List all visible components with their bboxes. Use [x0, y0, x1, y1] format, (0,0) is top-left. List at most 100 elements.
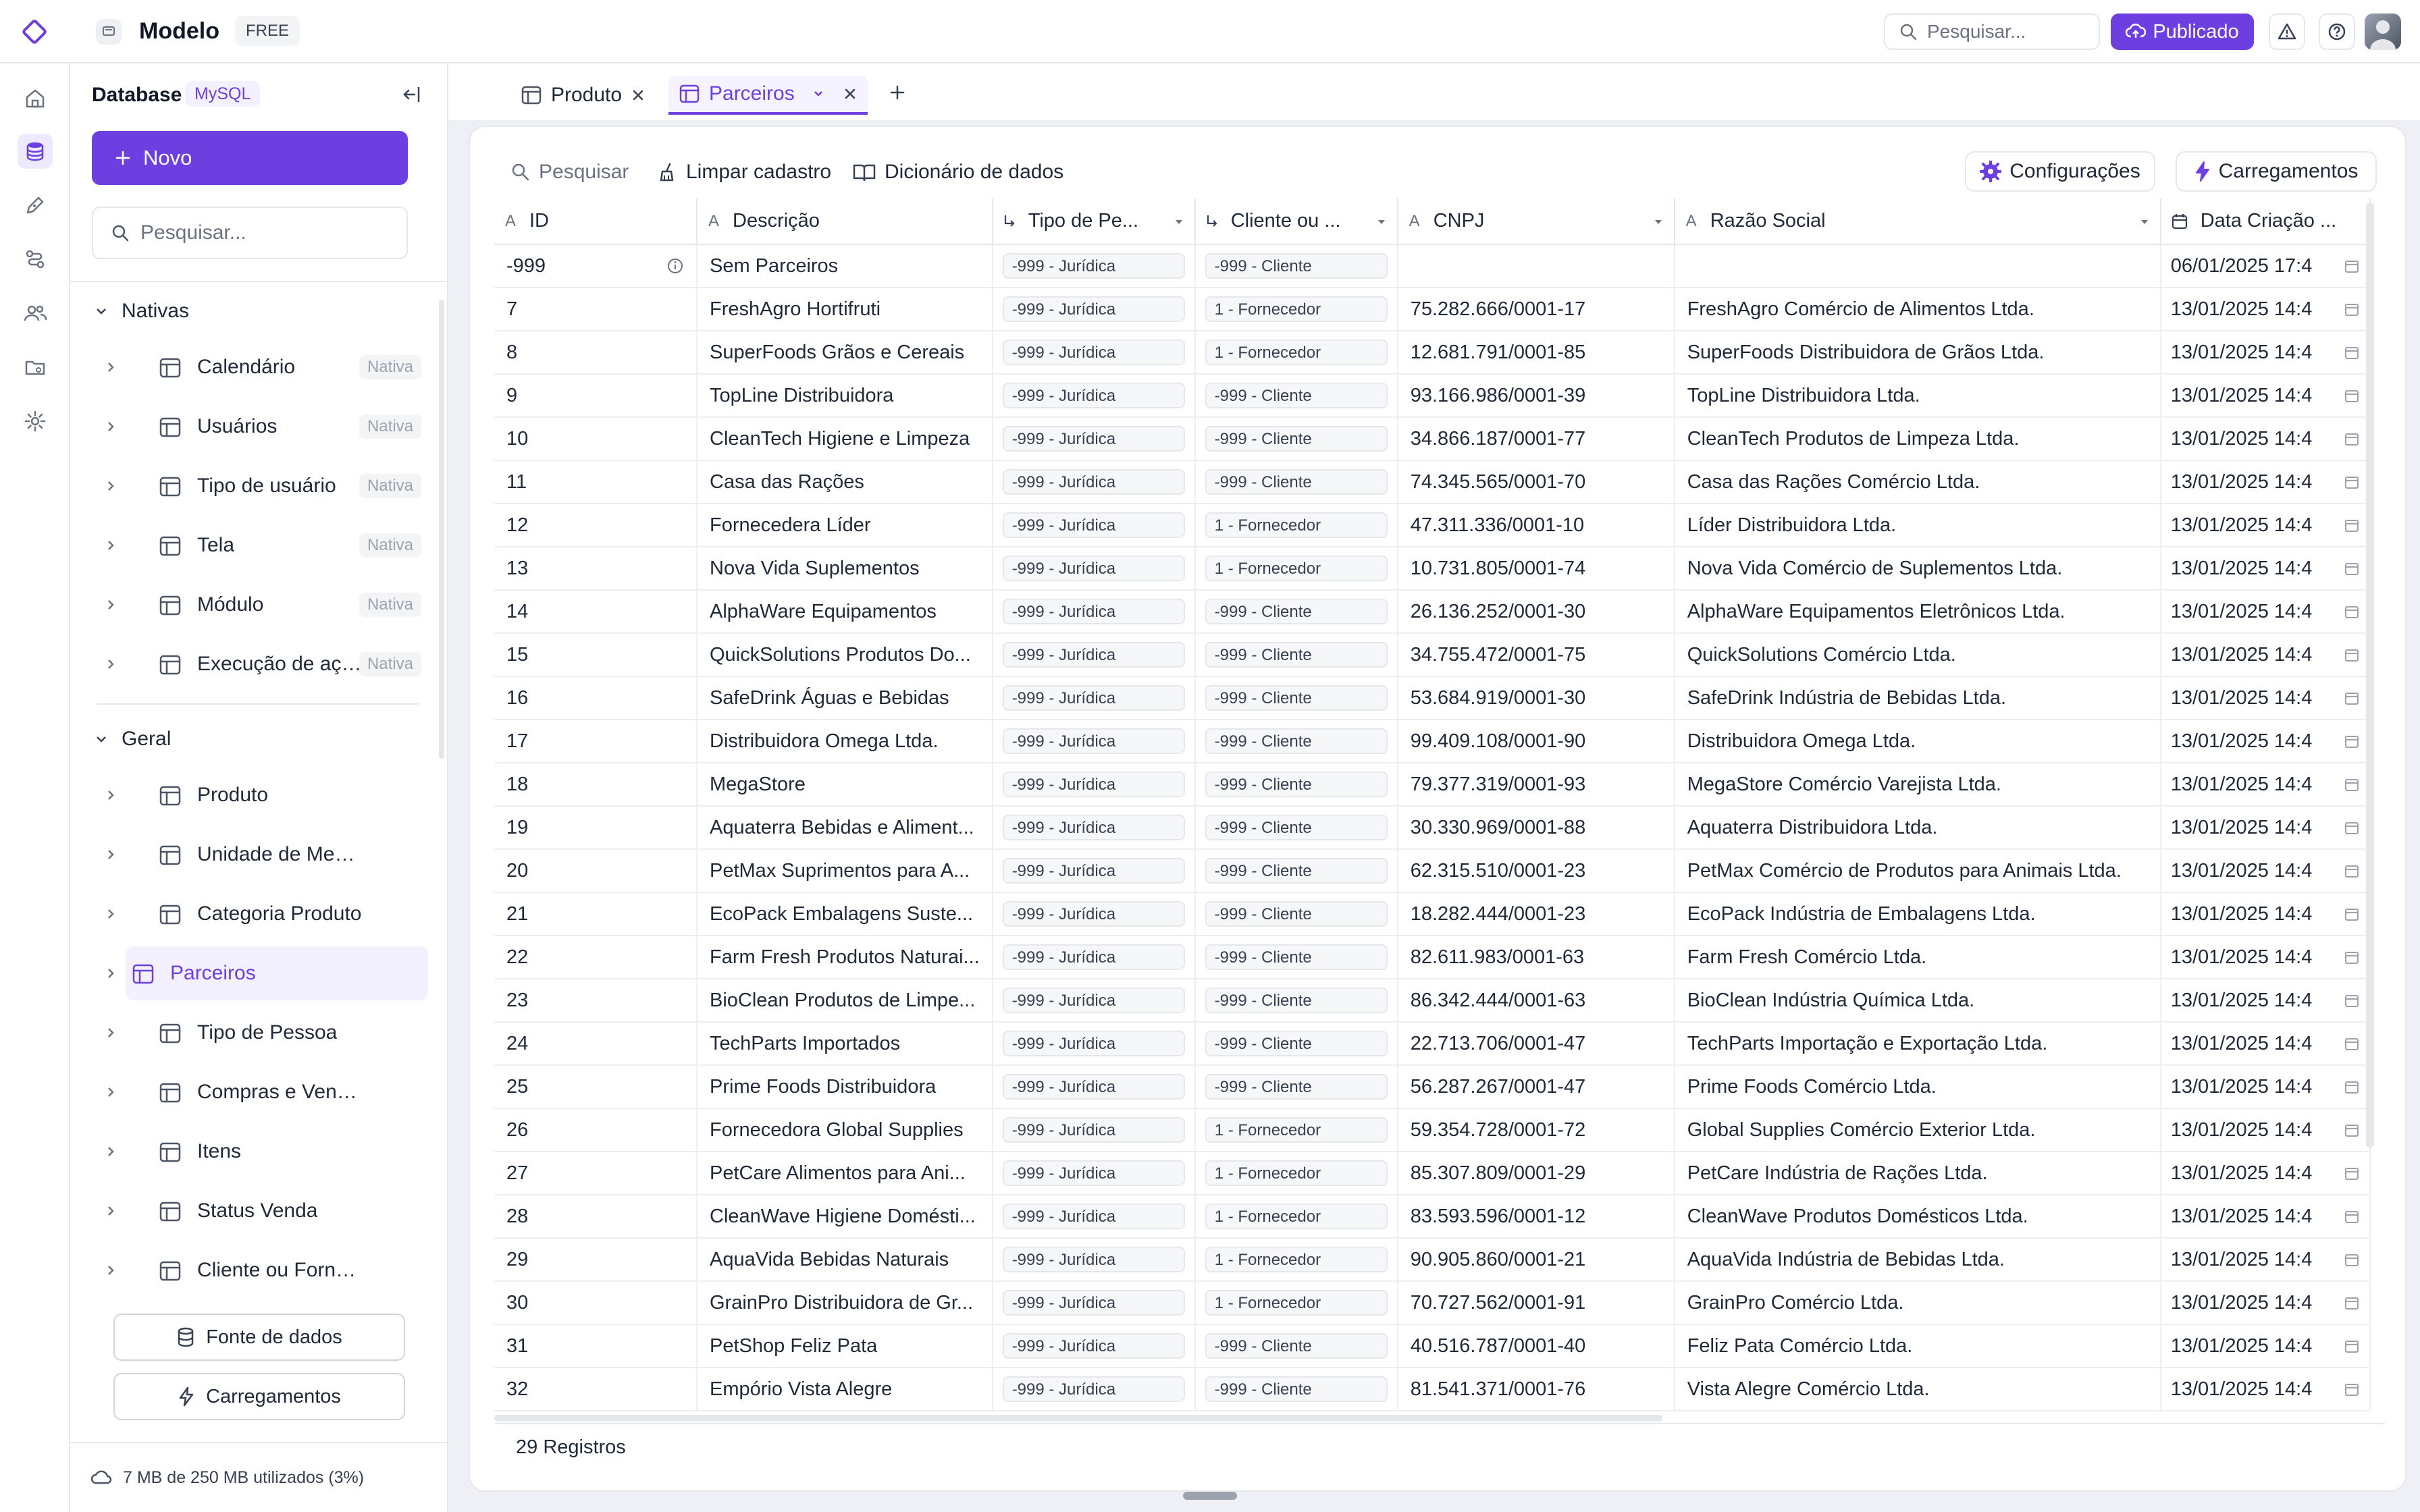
cell-data-criacao[interactable]: 13/01/2025 14:4 — [2160, 849, 2371, 893]
table-row[interactable]: 13 Nova Vida Suplementos -999 - Jurídica 1 … — [494, 547, 2371, 591]
sidebar-item-usuarios[interactable]: Usuários Nativa — [97, 400, 428, 454]
cell-razao-social[interactable]: Distribuidora Omega Ltda. — [1674, 720, 2161, 763]
cell-data-criacao[interactable]: 13/01/2025 14:4 — [2160, 1238, 2371, 1282]
cell-razao-social[interactable]: Global Supplies Comércio Exterior Ltda. — [1674, 1108, 2161, 1152]
cell-tipo-de-pessoa[interactable]: -999 - Jurídica — [992, 1065, 1196, 1109]
cell-id[interactable]: 19 — [494, 806, 698, 850]
cell-descricao[interactable]: PetMax Suprimentos para A... — [697, 849, 993, 893]
cell-tipo-de-pessoa[interactable]: -999 - Jurídica — [992, 504, 1196, 547]
chevron-right-icon[interactable] — [104, 418, 117, 435]
cell-data-criacao[interactable]: 13/01/2025 14:4 — [2160, 1281, 2371, 1325]
calendar-icon[interactable] — [2344, 431, 2360, 447]
cell-tipo-de-pessoa[interactable]: -999 - Jurídica — [992, 1281, 1196, 1325]
cell-id[interactable]: 26 — [494, 1108, 698, 1152]
sidebar-item-tipo-de-pessoa[interactable]: Tipo de Pessoa — [97, 1006, 428, 1060]
calendar-icon[interactable] — [2344, 1165, 2360, 1181]
cell-cnpj[interactable]: 26.136.252/0001-30 — [1397, 590, 1675, 634]
calendar-icon[interactable] — [2344, 733, 2360, 749]
calendar-icon[interactable] — [2344, 690, 2360, 706]
cell-razao-social[interactable]: Líder Distribuidora Ltda. — [1674, 504, 2161, 547]
cell-tipo-de-pessoa[interactable]: -999 - Jurídica — [992, 288, 1196, 331]
group-header-geral[interactable]: Geral — [95, 728, 171, 751]
table-horizontal-scrollbar[interactable] — [494, 1415, 1662, 1422]
sidebar-item-cliente-ou-fornecedor[interactable]: Cliente ou Fornecedor — [97, 1243, 428, 1297]
calendar-icon[interactable] — [2344, 949, 2360, 965]
cell-id[interactable]: 23 — [494, 979, 698, 1023]
column-header-cnpj[interactable]: A CNPJ — [1397, 198, 1675, 245]
calendar-icon[interactable] — [2344, 776, 2360, 792]
search-records-button[interactable]: Pesquisar — [510, 155, 629, 189]
caret-down-icon[interactable] — [1377, 219, 1386, 225]
chevron-right-icon[interactable] — [104, 1203, 117, 1219]
sidebar-item-tela[interactable]: Tela Nativa — [97, 518, 428, 572]
sidebar-item-produto[interactable]: Produto — [97, 768, 428, 822]
table-row[interactable]: 12 Fornecedera Líder -999 - Jurídica 1 - Fo… — [494, 504, 2371, 547]
cell-cliente-ou-fornecedor[interactable]: -999 - Cliente — [1194, 979, 1398, 1023]
cell-tipo-de-pessoa[interactable]: -999 - Jurídica — [992, 936, 1196, 979]
cell-cliente-ou-fornecedor[interactable]: 1 - Fornecedor — [1194, 547, 1398, 591]
cell-descricao[interactable]: PetCare Alimentos para Ani... — [697, 1152, 993, 1195]
cell-razao-social[interactable]: Prime Foods Comércio Ltda. — [1674, 1065, 2161, 1109]
cell-data-criacao[interactable]: 13/01/2025 14:4 — [2160, 979, 2371, 1023]
column-header-data-criacao[interactable]: Data Criação ... — [2160, 198, 2371, 245]
cell-data-criacao[interactable]: 13/01/2025 14:4 — [2160, 1065, 2371, 1109]
cell-descricao[interactable]: SuperFoods Grãos e Cereais — [697, 331, 993, 375]
cell-descricao[interactable]: Aquaterra Bebidas e Aliment... — [697, 806, 993, 850]
cell-cnpj[interactable]: 79.377.319/0001-93 — [1397, 763, 1675, 807]
cell-tipo-de-pessoa[interactable]: -999 - Jurídica — [992, 547, 1196, 591]
table-row[interactable]: 8 SuperFoods Grãos e Cereais -999 - Jurídi… — [494, 331, 2371, 375]
chevron-right-icon[interactable] — [104, 1143, 117, 1160]
cell-cnpj[interactable]: 40.516.787/0001-40 — [1397, 1324, 1675, 1368]
cell-data-criacao[interactable]: 13/01/2025 14:4 — [2160, 892, 2371, 936]
sidebar-item-calendario[interactable]: Calendário Nativa — [97, 340, 428, 394]
cell-descricao[interactable]: TopLine Distribuidora — [697, 374, 993, 418]
cell-id[interactable]: 21 — [494, 892, 698, 936]
settings-button[interactable]: Configurações — [1965, 151, 2155, 192]
close-icon[interactable] — [843, 87, 857, 101]
cell-tipo-de-pessoa[interactable]: -999 - Jurídica — [992, 374, 1196, 418]
collapse-sidebar-button[interactable] — [397, 80, 427, 109]
cell-cnpj[interactable]: 99.409.108/0001-90 — [1397, 720, 1675, 763]
cell-tipo-de-pessoa[interactable]: -999 - Jurídica — [992, 1022, 1196, 1066]
sidebar-search-input[interactable] — [139, 221, 396, 245]
cell-razao-social[interactable]: CleanTech Produtos de Limpeza Ltda. — [1674, 417, 2161, 461]
cell-id[interactable]: 18 — [494, 763, 698, 807]
tab-parceiros[interactable]: Parceiros — [668, 76, 868, 115]
cell-cliente-ou-fornecedor[interactable]: 1 - Fornecedor — [1194, 1195, 1398, 1239]
cell-tipo-de-pessoa[interactable]: -999 - Jurídica — [992, 1152, 1196, 1195]
cell-descricao[interactable]: Casa das Rações — [697, 460, 993, 504]
column-header-cliente-ou-fornecedor[interactable]: Cliente ou ... — [1194, 198, 1398, 245]
cell-descricao[interactable]: PetShop Feliz Pata — [697, 1324, 993, 1368]
table-row[interactable]: 11 Casa das Rações -999 - Jurídica -999 - C… — [494, 460, 2371, 504]
cell-data-criacao[interactable]: 13/01/2025 14:4 — [2160, 1195, 2371, 1239]
group-header-nativas[interactable]: Nativas — [95, 300, 189, 323]
cell-descricao[interactable]: Prime Foods Distribuidora — [697, 1065, 993, 1109]
table-row[interactable]: 25 Prime Foods Distribuidora -999 - Jurídi… — [494, 1065, 2371, 1109]
cell-id[interactable]: 30 — [494, 1281, 698, 1325]
cell-razao-social[interactable]: SuperFoods Distribuidora de Grãos Ltda. — [1674, 331, 2161, 375]
table-row[interactable]: 32 Empório Vista Alegre -999 - Jurídica -99… — [494, 1368, 2371, 1411]
cell-razao-social[interactable]: Vista Alegre Comércio Ltda. — [1674, 1368, 2161, 1411]
cell-cnpj[interactable]: 62.315.510/0001-23 — [1397, 849, 1675, 893]
new-button[interactable]: Novo — [92, 131, 408, 185]
cell-cnpj[interactable] — [1397, 244, 1675, 288]
cell-tipo-de-pessoa[interactable]: -999 - Jurídica — [992, 676, 1196, 720]
cell-descricao[interactable]: AquaVida Bebidas Naturais — [697, 1238, 993, 1282]
cell-id[interactable]: 29 — [494, 1238, 698, 1282]
table-row[interactable]: 17 Distribuidora Omega Ltda. -999 - Jurídi… — [494, 720, 2371, 763]
data-dictionary-button[interactable]: Dicionário de dados — [852, 155, 1063, 189]
cell-data-criacao[interactable]: 13/01/2025 14:4 — [2160, 547, 2371, 591]
cell-cnpj[interactable]: 81.541.371/0001-76 — [1397, 1368, 1675, 1411]
table-row[interactable]: 31 PetShop Feliz Pata -999 - Jurídica -999 … — [494, 1324, 2371, 1368]
cell-data-criacao[interactable]: 13/01/2025 14:4 — [2160, 1324, 2371, 1368]
cell-tipo-de-pessoa[interactable]: -999 - Jurídica — [992, 979, 1196, 1023]
calendar-icon[interactable] — [2344, 647, 2360, 663]
cell-cnpj[interactable]: 47.311.336/0001-10 — [1397, 504, 1675, 547]
cell-razao-social[interactable]: AquaVida Indústria de Bebidas Ltda. — [1674, 1238, 2161, 1282]
cell-descricao[interactable]: CleanTech Higiene e Limpeza — [697, 417, 993, 461]
cell-descricao[interactable]: Distribuidora Omega Ltda. — [697, 720, 993, 763]
cell-id[interactable]: 32 — [494, 1368, 698, 1411]
cell-cliente-ou-fornecedor[interactable]: 1 - Fornecedor — [1194, 1238, 1398, 1282]
cell-data-criacao[interactable]: 13/01/2025 14:4 — [2160, 417, 2371, 461]
calendar-icon[interactable] — [2344, 819, 2360, 836]
